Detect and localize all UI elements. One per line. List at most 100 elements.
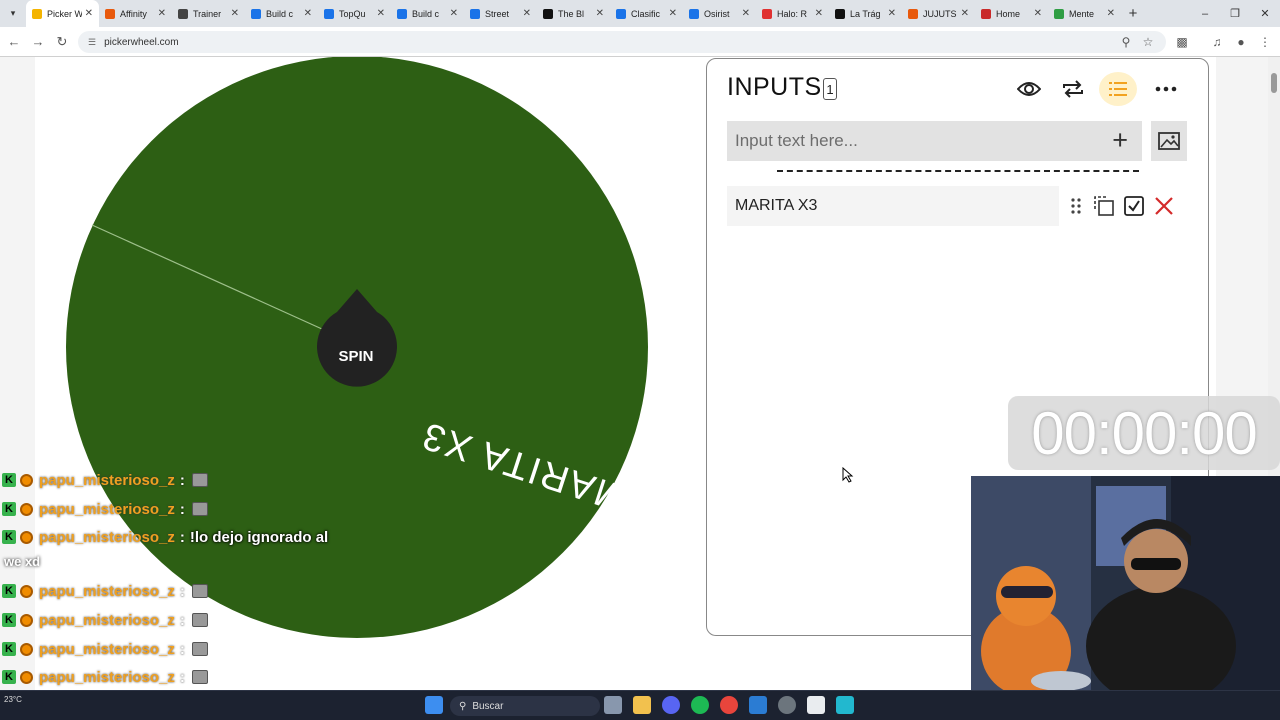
- tab-13[interactable]: Home ✕: [975, 0, 1048, 27]
- duplicate-icon[interactable]: [1091, 192, 1117, 220]
- tab-6[interactable]: Street ✕: [464, 0, 537, 27]
- weather-widget[interactable]: 23°C: [4, 695, 22, 704]
- close-window-icon[interactable]: ✕: [1250, 0, 1280, 27]
- media-icon[interactable]: ♫: [1206, 27, 1228, 57]
- tab-label: TopQu: [339, 8, 366, 19]
- tab-label: Clasific: [631, 8, 661, 19]
- forward-icon[interactable]: →: [26, 27, 50, 57]
- tab-0[interactable]: Picker W ✕: [26, 0, 99, 27]
- tab-14[interactable]: Mente ✕: [1048, 0, 1121, 27]
- more-icon[interactable]: [1147, 72, 1185, 106]
- tab-close-icon[interactable]: ✕: [596, 8, 604, 19]
- tab-favicon-icon: [105, 8, 115, 19]
- tab-4[interactable]: TopQu ✕: [318, 0, 391, 27]
- scroll-thumb[interactable]: [1271, 73, 1277, 93]
- reload-icon[interactable]: ↻: [50, 27, 74, 57]
- tab-favicon-icon: [1054, 8, 1064, 19]
- taskbar-search-label: Buscar: [472, 700, 504, 712]
- app-icon[interactable]: [749, 696, 767, 714]
- entry-input[interactable]: [727, 131, 1087, 151]
- timer-display: 00:00:00: [1008, 396, 1280, 470]
- tab-close-icon[interactable]: ✕: [961, 8, 969, 19]
- chat-wrap-text: we xd: [4, 554, 41, 569]
- tab-10[interactable]: Halo: R ✕: [756, 0, 829, 27]
- spin-button[interactable]: SPIN: [316, 326, 396, 386]
- tab-close-icon[interactable]: ✕: [85, 8, 93, 19]
- tab-7[interactable]: The Bl ✕: [537, 0, 610, 27]
- address-bar[interactable]: ☰ pickerwheel.com: [78, 31, 1166, 53]
- tab-close-icon[interactable]: ✕: [450, 8, 458, 19]
- tab-label: Affinity: [120, 8, 147, 19]
- drag-handle-icon[interactable]: [1063, 192, 1089, 220]
- chrome-icon[interactable]: [720, 696, 738, 714]
- tab-label: Street: [485, 8, 510, 19]
- image-icon[interactable]: [1151, 121, 1187, 161]
- list-icon[interactable]: [1099, 72, 1137, 106]
- webcam-image: [971, 476, 1280, 690]
- tab-favicon-icon: [324, 8, 334, 19]
- tab-close-icon[interactable]: ✕: [669, 8, 677, 19]
- tab-12[interactable]: JUJUTS ✕: [902, 0, 975, 27]
- tab-label: Home: [996, 8, 1021, 19]
- bookmark-star-icon[interactable]: ☆: [1137, 27, 1159, 57]
- zoom-icon[interactable]: ⚲: [1115, 27, 1137, 57]
- taskbar-search[interactable]: ⚲ Buscar: [450, 696, 600, 716]
- task-view-icon[interactable]: [604, 696, 622, 714]
- checkbox-icon[interactable]: [1121, 192, 1147, 220]
- new-tab-button[interactable]: +: [1121, 5, 1145, 22]
- tab-label: JUJUTS: [923, 8, 957, 19]
- repeat-icon[interactable]: [1054, 72, 1092, 106]
- tab-favicon-icon: [32, 8, 42, 19]
- notepad-icon[interactable]: [807, 696, 825, 714]
- tab-favicon-icon: [616, 8, 626, 19]
- tab-1[interactable]: Affinity ✕: [99, 0, 172, 27]
- tab-label: Halo: R: [777, 8, 808, 19]
- tab-favicon-icon: [397, 8, 407, 19]
- restore-icon[interactable]: ❐: [1220, 0, 1250, 27]
- profile-avatar[interactable]: ●: [1230, 27, 1252, 57]
- tab-close-icon[interactable]: ✕: [742, 8, 750, 19]
- settings-icon[interactable]: [778, 696, 796, 714]
- webcam-overlay: [971, 476, 1280, 690]
- tab-favicon-icon: [470, 8, 480, 19]
- tab-close-icon[interactable]: ✕: [377, 8, 385, 19]
- site-info-icon[interactable]: ☰: [88, 37, 96, 48]
- tab-2[interactable]: Trainer ✕: [172, 0, 245, 27]
- delete-icon[interactable]: [1151, 192, 1177, 220]
- extensions-icon[interactable]: ▩: [1171, 27, 1193, 57]
- tab-close-icon[interactable]: ✕: [523, 8, 531, 19]
- taskbar: 23°C ⚲ Buscar: [0, 690, 1280, 720]
- tab-label: Mente: [1069, 8, 1095, 19]
- browser-menu-icon[interactable]: ⋮: [1254, 27, 1276, 57]
- tab-search-icon[interactable]: ▾: [0, 0, 26, 27]
- tab-11[interactable]: La Trág ✕: [829, 0, 902, 27]
- plus-icon[interactable]: +: [1112, 127, 1128, 154]
- tab-close-icon[interactable]: ✕: [815, 8, 823, 19]
- tab-close-icon[interactable]: ✕: [1107, 8, 1115, 19]
- tab-label: Picker W: [47, 8, 82, 19]
- eye-icon[interactable]: [1010, 72, 1048, 106]
- tab-favicon-icon: [689, 8, 699, 19]
- start-icon[interactable]: [425, 696, 443, 714]
- input-text-box[interactable]: +: [727, 121, 1142, 161]
- tab-close-icon[interactable]: ✕: [231, 8, 239, 19]
- tab-close-icon[interactable]: ✕: [1034, 8, 1042, 19]
- minimize-icon[interactable]: –: [1190, 0, 1220, 27]
- browser-tab-strip: ▾ Picker W ✕ Affinity ✕ Trainer ✕ Build c ✕ TopQ…: [0, 0, 1280, 27]
- back-icon[interactable]: ←: [2, 27, 26, 57]
- tab-label: The Bl: [558, 8, 585, 19]
- tab-close-icon[interactable]: ✕: [304, 8, 312, 19]
- discord-icon[interactable]: [662, 696, 680, 714]
- tab-3[interactable]: Build c ✕: [245, 0, 318, 27]
- tab-5[interactable]: Build c ✕: [391, 0, 464, 27]
- tab-favicon-icon: [178, 8, 188, 19]
- spotify-icon[interactable]: [691, 696, 709, 714]
- tab-8[interactable]: Clasific ✕: [610, 0, 683, 27]
- tab-favicon-icon: [908, 8, 918, 19]
- list-item[interactable]: MARITA X3: [727, 186, 1059, 226]
- file-explorer-icon[interactable]: [633, 696, 651, 714]
- tab-close-icon[interactable]: ✕: [888, 8, 896, 19]
- app-icon-2[interactable]: [836, 696, 854, 714]
- tab-9[interactable]: Osirist ✕: [683, 0, 756, 27]
- tab-close-icon[interactable]: ✕: [158, 8, 166, 19]
